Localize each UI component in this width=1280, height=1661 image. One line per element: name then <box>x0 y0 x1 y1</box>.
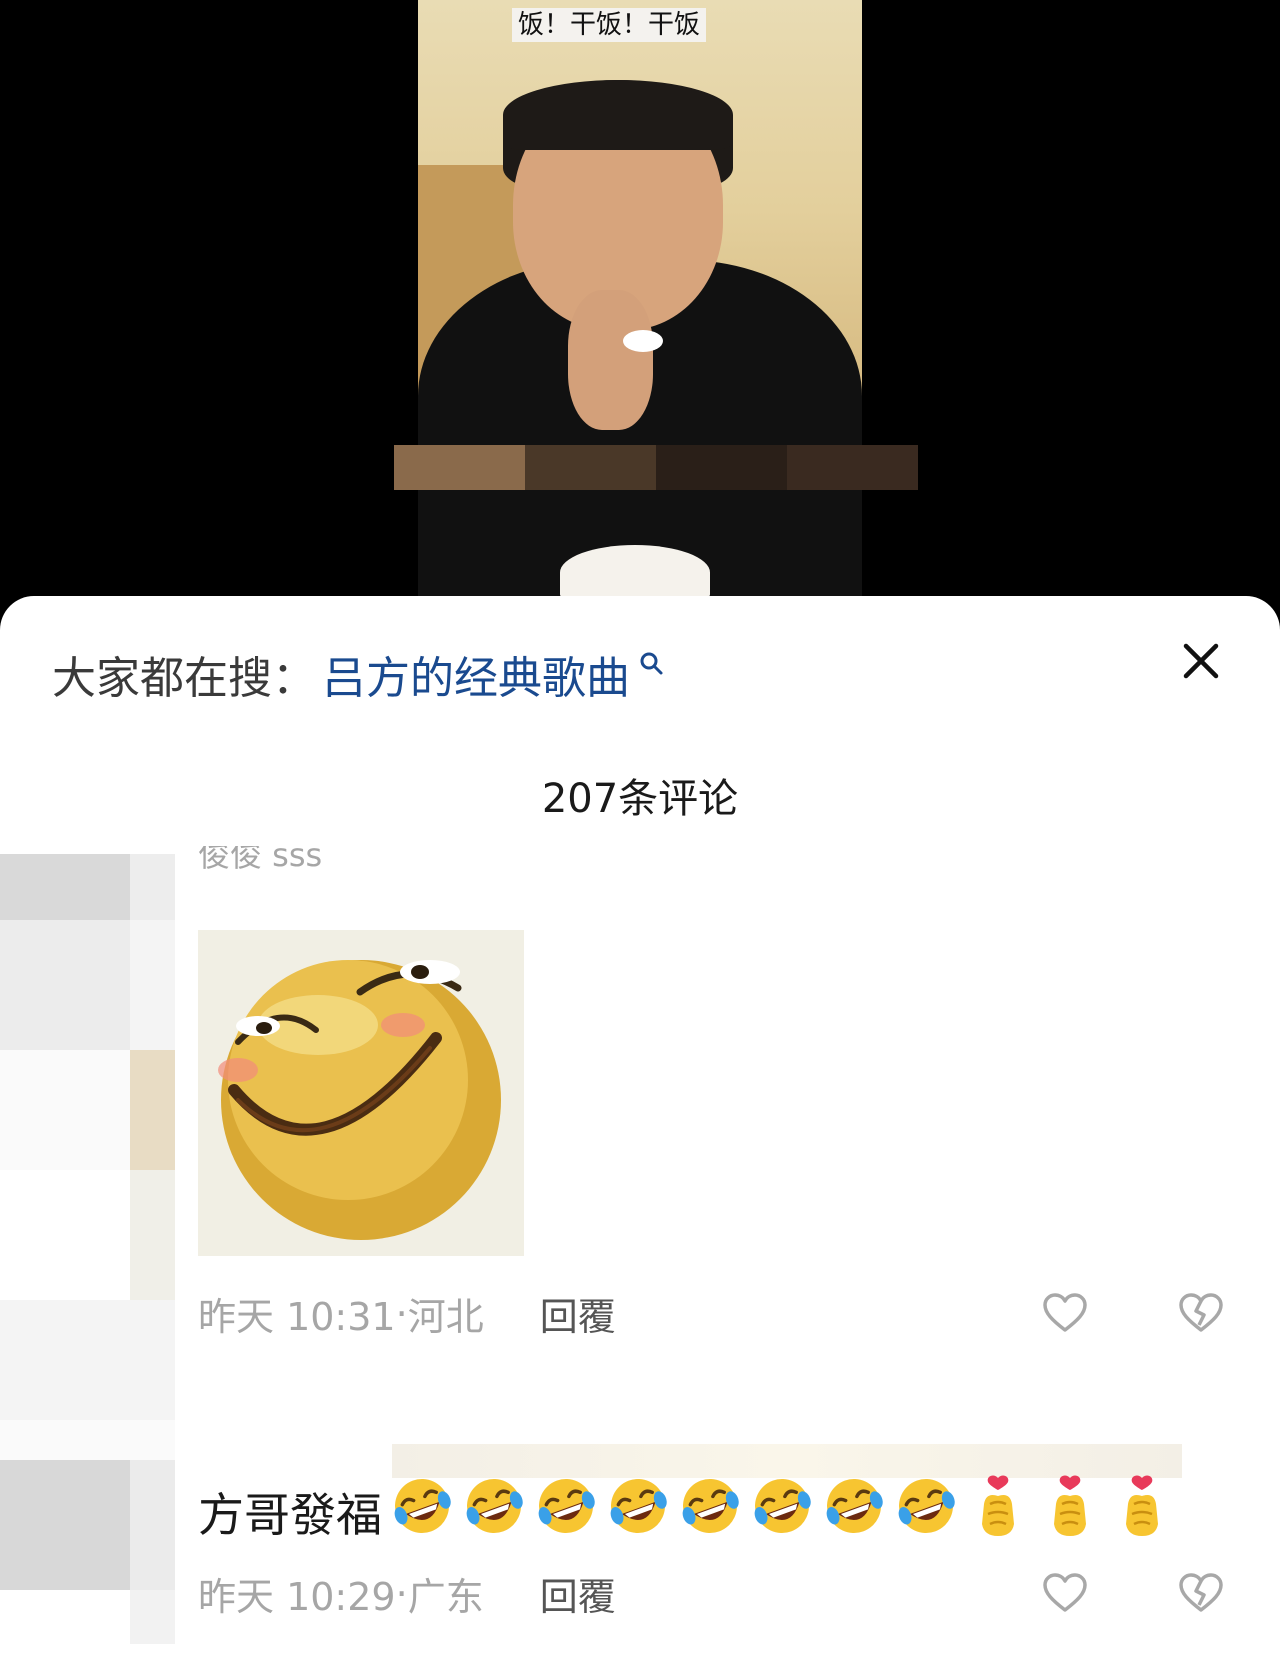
rofl-emoji-icon <box>466 1479 523 1533</box>
smiley-sticker-image[interactable] <box>198 930 524 1256</box>
emoji-row <box>382 1474 1174 1549</box>
blurred-divider <box>392 1444 1182 1478</box>
comment-location: 广东 <box>407 1575 484 1619</box>
rofl-emoji-icon <box>898 1479 955 1533</box>
broken-heart-icon[interactable] <box>1178 1572 1224 1614</box>
finger-heart-icon <box>1054 1475 1086 1536</box>
close-icon[interactable] <box>1178 638 1224 684</box>
rofl-emoji-icon <box>610 1479 667 1533</box>
comment-location-separator: · <box>395 1571 408 1616</box>
comment-meta: 昨天 10:31 · 河北 回覆 <box>198 1286 616 1341</box>
comment-sheet: 大家都在搜： 吕方的经典歌曲 207条评论 俊俊 sss 昨天 10:31 · … <box>0 596 1280 1661</box>
trending-search-prefix: 大家都在搜： <box>52 653 316 704</box>
rofl-emoji-icon <box>754 1479 811 1533</box>
comment-body: 方哥發福 <box>198 1487 382 1542</box>
trending-search-link[interactable]: 吕方的经典歌曲 <box>322 642 630 706</box>
bowl <box>560 545 710 600</box>
heart-icon[interactable] <box>1042 1292 1088 1334</box>
rofl-emoji-icon <box>682 1479 739 1533</box>
comment-count: 207条评论 <box>541 776 739 822</box>
rofl-emoji-icon <box>394 1479 451 1533</box>
comment-time: 昨天 10:31 <box>198 1295 396 1339</box>
comment-author[interactable]: 俊俊 sss <box>198 846 322 870</box>
finger-heart-icon <box>982 1475 1014 1536</box>
comment-location: 河北 <box>407 1295 484 1339</box>
avatar-mosaic <box>0 854 175 1644</box>
reply-button[interactable]: 回覆 <box>540 1566 616 1621</box>
rofl-emoji-icon <box>538 1479 595 1533</box>
comment-meta: 昨天 10:29 · 广东 回覆 <box>198 1566 616 1621</box>
video-player[interactable]: 饭！干饭！干饭 <box>0 0 1280 600</box>
trending-search[interactable]: 大家都在搜： 吕方的经典歌曲 <box>52 644 664 704</box>
search-icon[interactable] <box>638 650 664 676</box>
video-caption: 饭！干饭！干饭 <box>512 8 707 42</box>
comment-time: 昨天 10:29 <box>198 1575 396 1619</box>
video-subtitle-blurred <box>394 445 918 490</box>
broken-heart-icon[interactable] <box>1178 1292 1224 1334</box>
comment-location-separator: · <box>395 1291 408 1336</box>
person-hair-top <box>503 80 733 150</box>
person-hand <box>568 290 653 430</box>
heart-icon[interactable] <box>1042 1572 1088 1614</box>
reply-button[interactable]: 回覆 <box>540 1286 616 1341</box>
video-frame[interactable]: 饭！干饭！干饭 <box>418 0 862 600</box>
comment-text: 方哥發福 <box>198 1474 1174 1549</box>
rofl-emoji-icon <box>826 1479 883 1533</box>
spoon <box>623 330 663 352</box>
finger-heart-icon <box>1126 1475 1158 1536</box>
